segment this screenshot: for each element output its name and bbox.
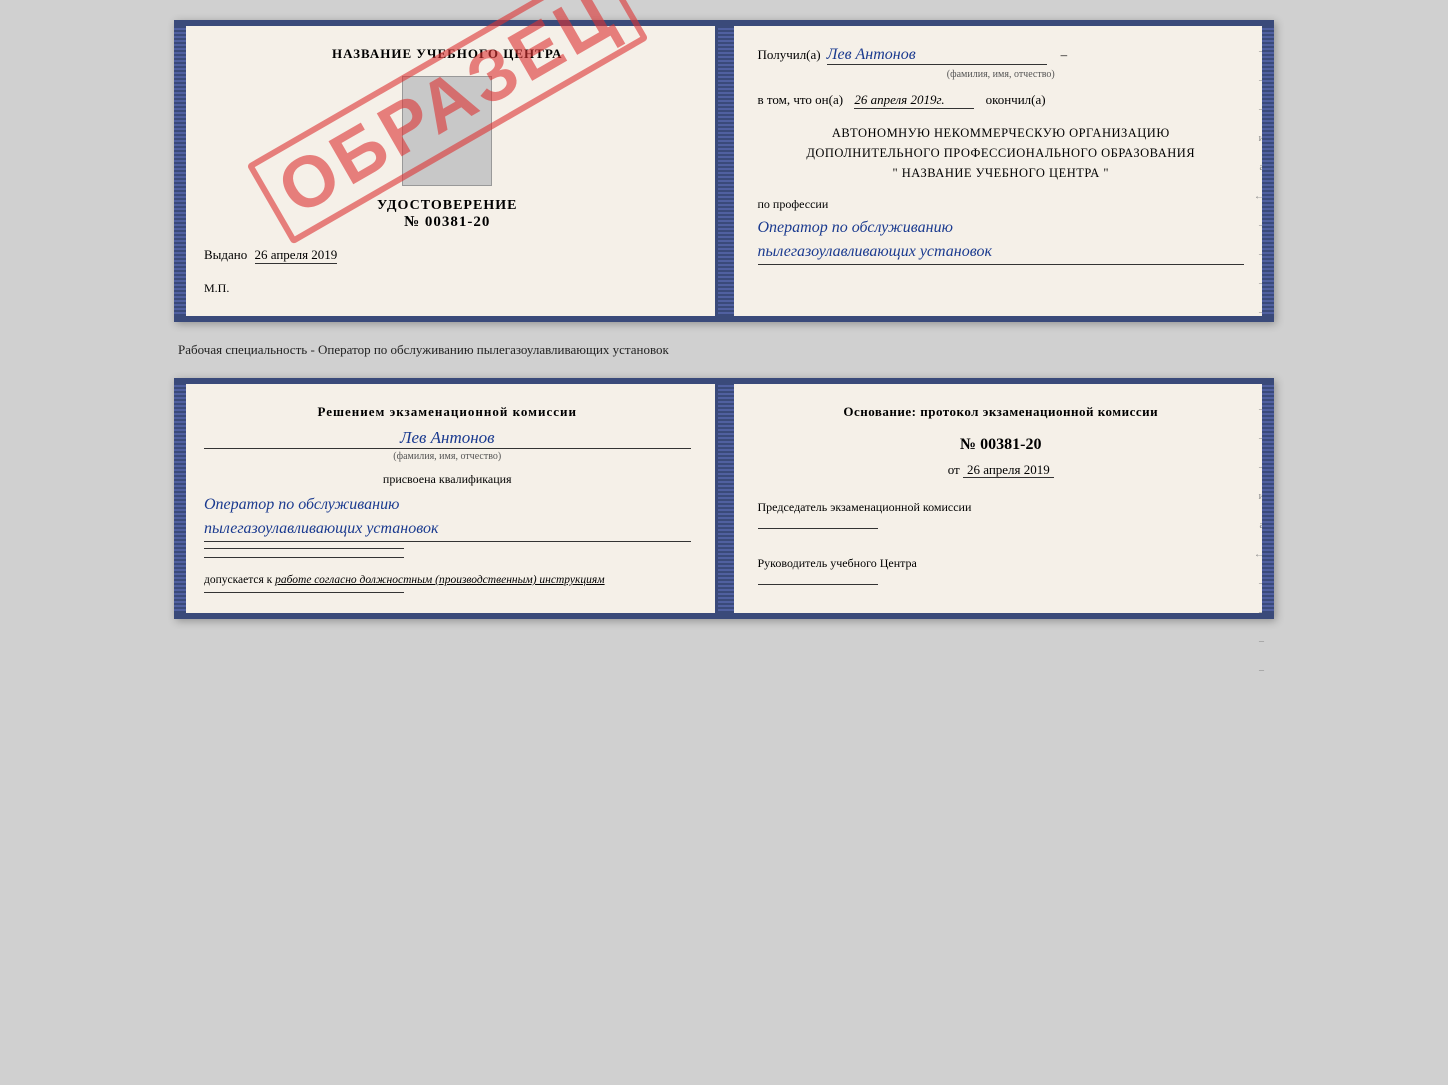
fio-hint-qual: (фамилия, имя, отчество) (204, 451, 691, 462)
vydano-label: Выдано (204, 247, 247, 262)
dopusk-text: работе согласно должностным (производств… (275, 574, 604, 586)
resheniem-title: Решением экзаменационной комиссии (204, 404, 691, 420)
rukovoditel-signature (758, 584, 878, 585)
vydano-line: Выдано 26 апреля 2019 (204, 247, 691, 263)
osnovanie-title: Основание: протокол экзаменационной коми… (758, 404, 1245, 420)
qual-left-page: Решением экзаменационной комиссии Лев Ан… (180, 384, 718, 613)
document-container: НАЗВАНИЕ УЧЕБНОГО ЦЕНТРА УДОСТОВЕРЕНИЕ №… (20, 20, 1428, 619)
fio-hint-diploma: (фамилия, имя, отчество) (758, 69, 1245, 80)
org-line3: " НАЗВАНИЕ УЧЕБНОГО ЦЕНТРА " (758, 163, 1245, 183)
center-spine (718, 26, 734, 316)
vydano-date: 26 апреля 2019 (255, 247, 338, 264)
rukovoditel-label: Руководитель учебного Центра (758, 554, 1245, 572)
poluchil-line: Получил(а) Лев Антонов – (758, 46, 1245, 65)
org-line1: АВТОНОМНУЮ НЕКОММЕРЧЕСКУЮ ОРГАНИЗАЦИЮ (758, 123, 1245, 143)
person-name-qual: Лев Антонов (204, 428, 691, 449)
diploma-number: № 00381-20 (204, 214, 691, 231)
diploma-date: 26 апреля 2019г. (854, 92, 974, 109)
dopuskaetsya-label: допускается к (204, 574, 272, 586)
v-tom-line: в том, что он(а) 26 апреля 2019г. окончи… (758, 92, 1245, 109)
separator-text: Рабочая специальность - Оператор по обсл… (174, 334, 1274, 366)
protocol-number: № 00381-20 (758, 436, 1245, 454)
qual-spine-right (1262, 384, 1274, 613)
predsedatel-signature (758, 528, 878, 529)
photo-placeholder (402, 76, 492, 186)
org-block: АВТОНОМНУЮ НЕКОММЕРЧЕСКУЮ ОРГАНИЗАЦИЮ ДО… (758, 123, 1245, 183)
kval-name: Оператор по обслуживанию пылегазоулавлив… (204, 493, 691, 542)
person-name-diploma: Лев Антонов (827, 46, 1047, 65)
po-professii-label: по профессии (758, 197, 1245, 212)
spine-right (1262, 26, 1274, 316)
ot-label: от (948, 462, 960, 477)
udostoverenie-section: УДОСТОВЕРЕНИЕ № 00381-20 (204, 198, 691, 231)
predsedatel-label: Председатель экзаменационной комиссии (758, 498, 1245, 516)
udostoverenie-label: УДОСТОВЕРЕНИЕ (204, 198, 691, 214)
diploma-left-page: НАЗВАНИЕ УЧЕБНОГО ЦЕНТРА УДОСТОВЕРЕНИЕ №… (180, 26, 718, 316)
rukovoditel-block: Руководитель учебного Центра (758, 554, 1245, 590)
qual-right-page: Основание: протокол экзаменационной коми… (734, 384, 1269, 613)
training-center-title: НАЗВАНИЕ УЧЕБНОГО ЦЕНТРА (204, 46, 691, 62)
qualification-book: Решением экзаменационной комиссии Лев Ан… (174, 378, 1274, 619)
profession-line1: Оператор по обслуживанию пылегазоулавлив… (758, 216, 1245, 265)
diploma-book: НАЗВАНИЕ УЧЕБНОГО ЦЕНТРА УДОСТОВЕРЕНИЕ №… (174, 20, 1274, 322)
predsedatel-block: Председатель экзаменационной комиссии (758, 498, 1245, 534)
dopuskaetsya-line: допускается к работе согласно должностны… (204, 574, 691, 586)
qual-binding-9: – (1259, 636, 1264, 647)
mp-label: М.П. (204, 281, 691, 296)
v-tom-label: в том, что он(а) (758, 92, 844, 107)
ot-date-value: 26 апреля 2019 (963, 462, 1054, 478)
qual-binding-10: – (1259, 665, 1264, 676)
ot-date-line: от 26 апреля 2019 (758, 462, 1245, 478)
okonchil-label: окончил(а) (986, 92, 1046, 107)
qual-center-spine (718, 384, 734, 613)
org-line2: ДОПОЛНИТЕЛЬНОГО ПРОФЕССИОНАЛЬНОГО ОБРАЗО… (758, 143, 1245, 163)
poluchil-label: Получил(а) (758, 47, 821, 63)
diploma-right-page: Получил(а) Лев Антонов – (фамилия, имя, … (734, 26, 1269, 316)
prisvoena-kval: присвоена квалификация (204, 472, 691, 487)
